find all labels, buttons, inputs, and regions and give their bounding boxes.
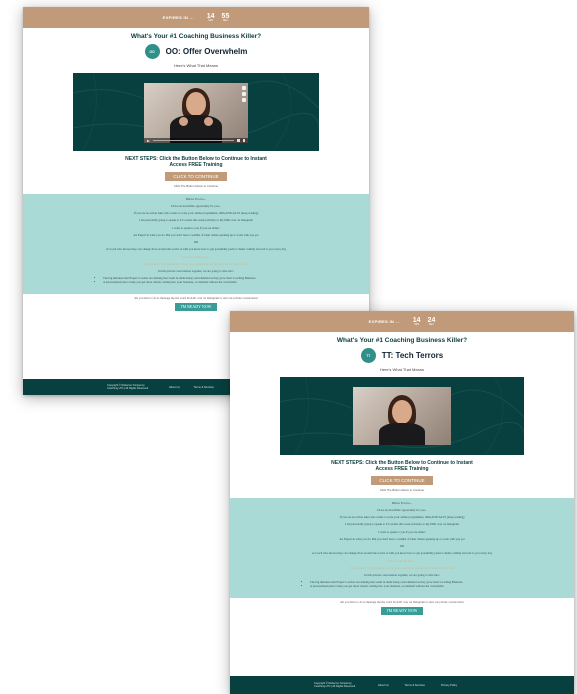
before-you-go-section: Before You Go... I have an incredible op… [23, 193, 369, 294]
killer-header: TT TT: Tech Terrors [230, 348, 574, 363]
body-line: An Expert in what you do. But you don't … [133, 232, 259, 237]
video-section [73, 73, 319, 151]
next-steps-heading: NEXT STEPS: Click the Button Below to Co… [125, 156, 267, 168]
footer-copyright: Copyright © Rebecca Turnpenny Coaching L… [314, 681, 356, 688]
killer-title: TT: Tech Terrors [381, 351, 444, 360]
list-item: A personalised plan to help you get more… [103, 280, 299, 285]
footer-link-about[interactable]: About Us [378, 684, 389, 687]
highlight-line: Sign up and I will personally review you… [350, 565, 454, 570]
footer: Copyright © Rebecca Turnpenny Coaching L… [230, 676, 574, 694]
continue-note: Click The Button Above to Continue [173, 183, 219, 188]
video-section [280, 377, 524, 455]
continue-button[interactable]: CLICK TO CONTINUE [165, 171, 227, 181]
footer-link-about[interactable]: About Us [169, 386, 180, 389]
closing-text: All you have to do is message me the wor… [134, 295, 258, 300]
body-line: I want to speak to you if you are either… [172, 225, 220, 230]
next-steps-heading: NEXT STEPS: Click the Button Below to Co… [331, 460, 473, 472]
ready-now-button[interactable]: I'M READY NOW [174, 302, 218, 311]
video-player[interactable] [353, 387, 451, 445]
highlight-line: Sign up and I will personally review you… [144, 261, 248, 266]
list-item: A personalised plan to help you get more… [310, 584, 504, 589]
timer-seconds: 55 SEC [221, 12, 230, 22]
body-line: Before You Go... [391, 500, 413, 505]
highlight-line: If you are in this place... [387, 558, 417, 563]
video-share-icons[interactable] [242, 86, 246, 102]
body-line: OR [399, 544, 405, 548]
timer-minutes: 14 MIN [412, 316, 421, 326]
highlight-line: If you are in this place... [181, 254, 211, 259]
timer-label: EXPIRES IN ... [368, 319, 400, 324]
landing-page-tech-terrors: EXPIRES IN ... 14 MIN 24 SEC What's Your #… [230, 311, 574, 694]
body-line: I want to speak to you if you are either… [378, 529, 426, 534]
footer-link-terms[interactable]: Terms & Services [405, 684, 425, 687]
killer-title: OO: Offer Overwhelm [165, 47, 248, 56]
before-you-go-section: Before You Go... I have an incredible op… [230, 497, 574, 598]
volume-icon[interactable] [237, 139, 240, 142]
footer-link-terms[interactable]: Terms & Services [194, 386, 214, 389]
continue-button[interactable]: CLICK TO CONTINUE [371, 475, 433, 485]
body-line: An Expert in what you do. But you don't … [339, 536, 465, 541]
body-line: I am personally going to speak to 9 Coac… [139, 218, 253, 223]
benefit-list: The big mistakes that Expert Coaches are… [103, 276, 299, 285]
countdown-timer: EXPIRES IN ... 14 MIN 55 SEC [23, 7, 369, 28]
body-line: A Coach who knows they can change lives … [311, 551, 493, 556]
body-line: If you are an action taker who wants to … [133, 211, 259, 215]
presenter-image [166, 87, 226, 143]
means-subtitle: Here's What That Means [379, 367, 425, 372]
body-line: OR [193, 240, 199, 244]
body-line: Before You Go... [185, 196, 207, 201]
private-intro: In this private conversation together, w… [158, 269, 234, 273]
private-intro: In this private conversation together, w… [364, 573, 440, 577]
play-icon[interactable] [147, 139, 150, 142]
killer-badge: TT [360, 348, 376, 363]
page-question: What's Your #1 Coaching Business Killer? [130, 33, 262, 40]
footer-link-privacy[interactable]: Privacy Policy [441, 684, 457, 687]
video-progress-track[interactable] [153, 140, 234, 141]
timer-minutes: 14 MIN [206, 12, 215, 22]
body-line: If you are an action taker who wants to … [339, 515, 465, 519]
footer-copyright: Copyright © Rebecca Turnpenny Coaching L… [107, 383, 149, 390]
killer-badge: OO [144, 44, 160, 59]
timer-label: EXPIRES IN ... [162, 15, 194, 20]
countdown-timer: EXPIRES IN ... 14 MIN 24 SEC [230, 311, 574, 332]
page-question: What's Your #1 Coaching Business Killer? [336, 337, 468, 344]
presenter-image [379, 393, 425, 445]
continue-note: Click The Button Above to Continue [379, 487, 425, 492]
fullscreen-icon[interactable] [242, 139, 245, 142]
closing-text: All you have to do is message me the wor… [340, 599, 464, 604]
body-line: I am personally going to speak to 9 Coac… [345, 522, 459, 527]
body-line: A Coach who knows they can change lives … [105, 247, 287, 252]
ready-now-button[interactable]: I'M READY NOW [380, 606, 424, 615]
means-subtitle: Here's What That Means [173, 63, 219, 68]
body-line: I have an incredible opportunity for you… [170, 203, 222, 208]
video-player[interactable] [144, 83, 248, 143]
body-line: I have an incredible opportunity for you… [376, 507, 428, 512]
benefit-list: The big mistakes that Expert Coaches are… [310, 580, 504, 589]
timer-seconds: 24 SEC [427, 316, 436, 326]
killer-header: OO OO: Offer Overwhelm [23, 44, 369, 59]
video-controls[interactable] [144, 138, 248, 143]
